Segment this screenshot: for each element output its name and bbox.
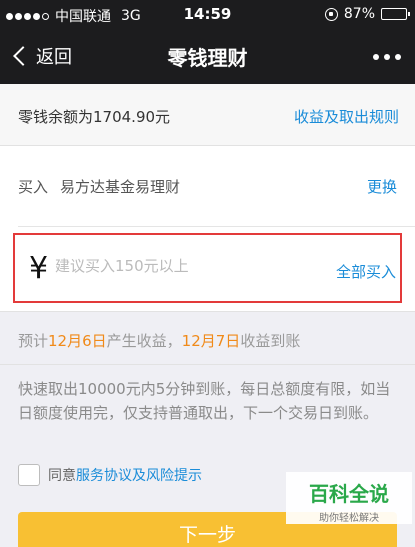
amount-input-box[interactable]: ¥ 全部买入 <box>13 233 402 303</box>
watermark-title: 百科全说 <box>309 482 389 506</box>
battery-percent: 87% <box>343 6 375 22</box>
rules-link[interactable]: 收益及取出规则 <box>294 106 399 127</box>
yen-icon: ¥ <box>29 251 49 286</box>
status-right: 87% <box>324 6 410 22</box>
withdraw-note: 快速取出10000元内5分钟到账，每日总额度有限，如当日额度使用完，仅支持普通取… <box>0 364 415 455</box>
agree-checkbox[interactable] <box>18 464 40 486</box>
rotation-lock-icon <box>324 7 338 21</box>
fund-name: 易方达基金易理财 <box>60 178 181 196</box>
page-title: 零钱理财 <box>167 46 248 70</box>
estimate-text: 预计12月6日产生收益，12月7日收益到账 <box>18 330 300 351</box>
agreement-row: 同意 服务协议及风险提示 <box>18 464 202 486</box>
change-fund-link[interactable]: 更换 <box>367 176 397 197</box>
balance-text: 零钱余额为1704.90元 <box>18 108 171 126</box>
buy-all-button[interactable]: 全部买入 <box>336 261 396 282</box>
estimate-suffix: 收益到账 <box>240 332 301 350</box>
balance-row: 零钱余额为1704.90元 收益及取出规则 <box>0 84 415 146</box>
more-options-icon[interactable] <box>373 54 401 60</box>
battery-icon <box>381 8 410 20</box>
status-bar: 中国联通 3G 14:59 87% <box>0 0 415 30</box>
watermark-logo: 百科全说 助你轻松解决 <box>286 472 412 524</box>
estimate-prefix: 预计 <box>18 332 49 350</box>
agree-prefix: 同意 <box>48 468 76 484</box>
profit-start-date: 12月6日 <box>48 332 107 350</box>
estimate-middle: 产生收益， <box>106 332 182 350</box>
watermark-subtitle: 助你轻松解决 <box>319 513 379 524</box>
fund-row: 买入 易方达基金易理财 <box>18 176 180 197</box>
profit-arrival-date: 12月7日 <box>181 332 241 350</box>
divider <box>18 226 415 227</box>
amount-input[interactable] <box>55 257 285 275</box>
buy-label: 买入 <box>18 178 49 196</box>
terms-link[interactable]: 服务协议及风险提示 <box>76 465 202 485</box>
nav-bar: 返回 零钱理财 <box>0 30 415 84</box>
